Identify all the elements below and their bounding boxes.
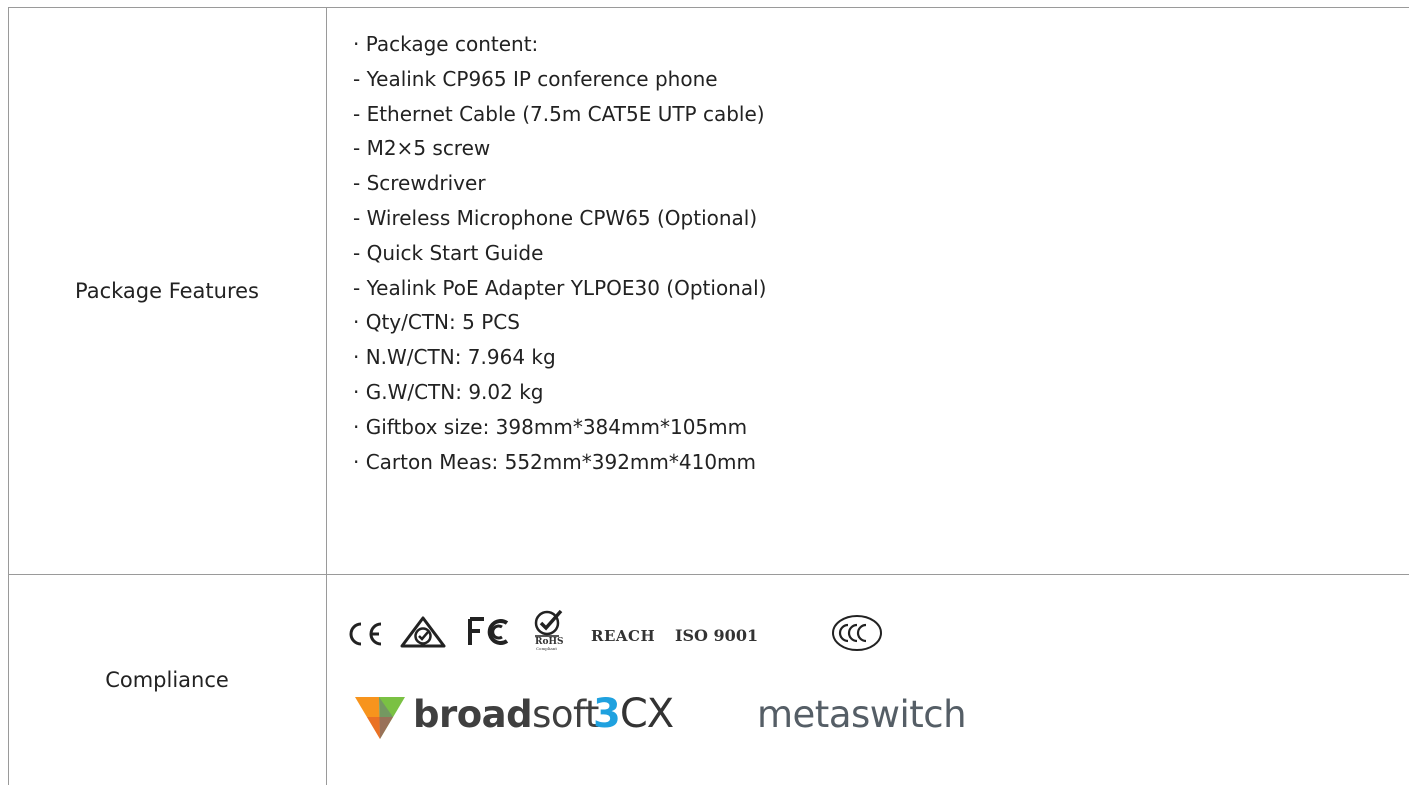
rohs-subtext: Compliant (536, 646, 557, 651)
list-item: - Screwdriver (353, 171, 486, 196)
list-item: · Package content: (353, 32, 539, 56)
broadsoft-logo-icon (355, 697, 405, 739)
3cx-digit: 3 (593, 691, 621, 737)
list-item: - Yealink PoE Adapter YLPOE30 (Optional) (353, 275, 767, 300)
ccc-mark-icon (832, 615, 882, 651)
ce-mark-icon (349, 622, 382, 646)
certification-logos: RoHS Compliant REACH ISO 9001 (345, 609, 905, 669)
list-item: · Giftbox size: 398mm*384mm*105mm (353, 414, 748, 439)
column-divider (326, 7, 327, 785)
list-item: · N.W/CTN: 7.964 kg (353, 345, 556, 370)
iso-9001-mark: ISO 9001 (675, 626, 759, 645)
list-item: - Yealink CP965 IP conference phone (353, 66, 718, 91)
partner-logos: broadsoft 3CX metaswitch (345, 683, 985, 763)
reach-mark: REACH (591, 627, 656, 645)
specs-table: Package Features · Package content: - Ye… (8, 7, 1409, 785)
list-item: · G.W/CTN: 9.02 kg (353, 379, 544, 404)
fcc-mark-icon (468, 617, 509, 645)
broadsoft-bold-text: broad (413, 693, 533, 736)
metaswitch-logo: metaswitch (757, 693, 967, 736)
list-item: - M2×5 screw (353, 136, 491, 161)
package-features-label: Package Features (74, 278, 260, 303)
list-item: · Carton Meas: 552mm*392mm*410mm (353, 449, 757, 474)
3cx-logo: 3CX (593, 691, 674, 737)
rohs-mark-icon: RoHS Compliant (531, 609, 567, 651)
broadsoft-regular-text: soft (532, 693, 599, 736)
compliance-label: Compliance (105, 667, 229, 692)
list-item: - Quick Start Guide (353, 240, 544, 265)
package-features-list: · Package content: - Yealink CP965 IP co… (353, 27, 766, 479)
list-item: - Ethernet Cable (7.5m CAT5E UTP cable) (353, 101, 765, 126)
rcm-mark-icon (400, 616, 446, 648)
list-item: - Wireless Microphone CPW65 (Optional) (353, 205, 758, 230)
broadsoft-logo-text: broadsoft (413, 693, 599, 736)
list-item: · Qty/CTN: 5 PCS (353, 310, 520, 335)
3cx-letters: CX (619, 691, 674, 737)
